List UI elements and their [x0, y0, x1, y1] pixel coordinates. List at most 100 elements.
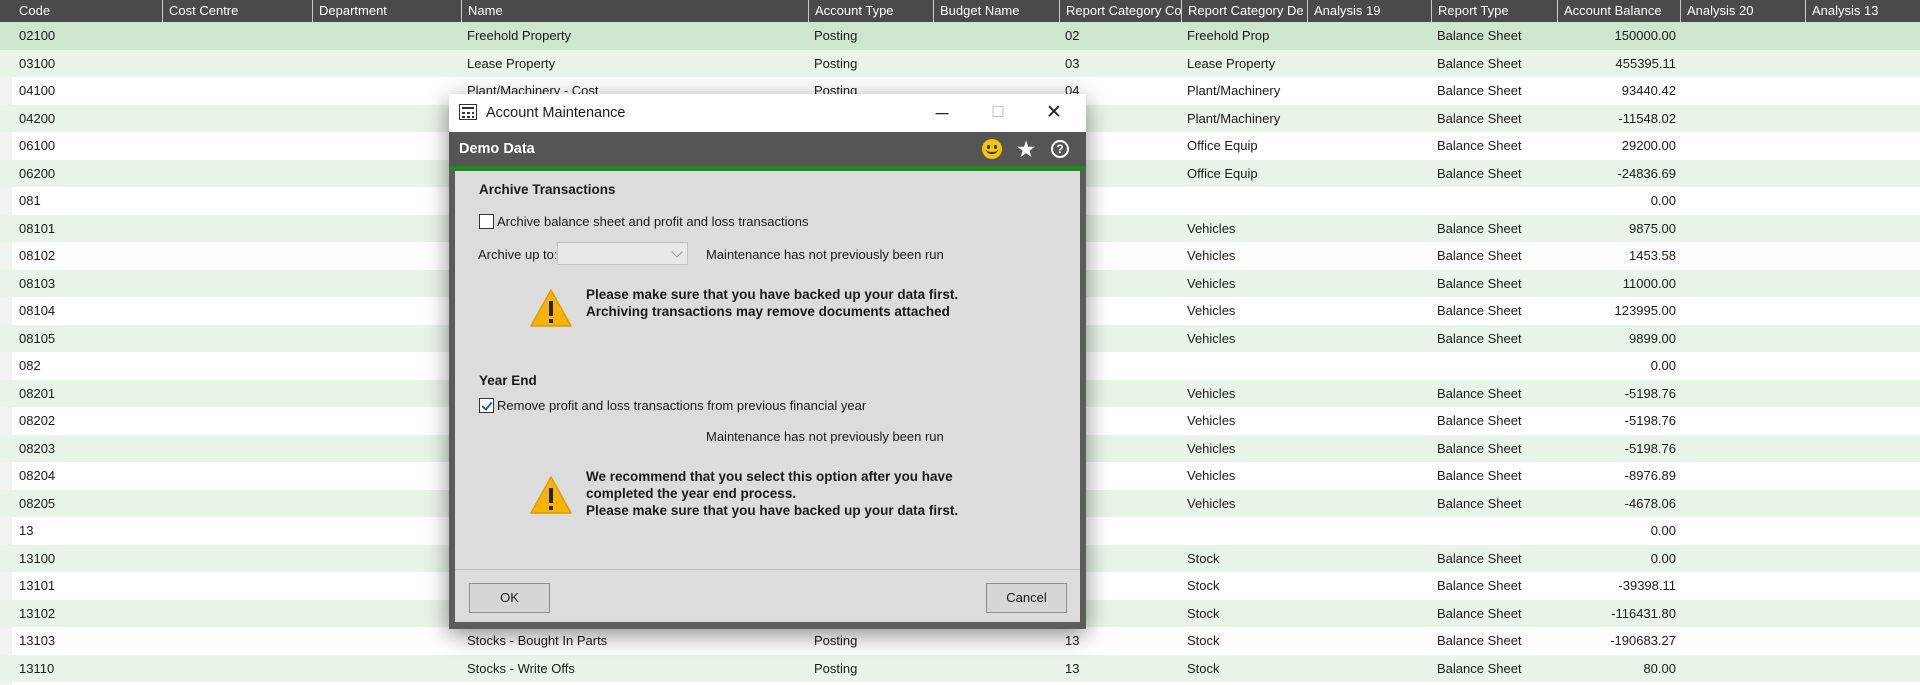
table-cell-rc: 02: [1065, 28, 1080, 43]
star-icon[interactable]: ★: [1015, 138, 1037, 161]
table-cell-bal: 11000.00: [1622, 275, 1676, 291]
year-end-warning-line1: We recommend that you select this option…: [586, 469, 953, 484]
table-cell-rt: [1431, 517, 1557, 545]
table-cell-rcd: Freehold Prop: [1187, 28, 1270, 43]
dialog-titlebar[interactable]: Account Maintenance ─ ☐ ✕: [449, 94, 1086, 132]
grid-header: Code Cost Centre Department Name Account Typ…: [0, 0, 1920, 23]
table-cell-code: 13100: [19, 550, 56, 566]
table-cell-rt: [1431, 352, 1557, 380]
table-cell-code: 13101: [19, 578, 56, 593]
table-cell-rcd: Vehicles: [1187, 220, 1236, 236]
ok-button[interactable]: OK: [469, 583, 550, 613]
year-end-warning-line2: completed the year end process.: [586, 486, 797, 501]
table-cell-code: 08203: [19, 440, 56, 456]
table-cell-bal: -5198.76: [1624, 413, 1676, 428]
column-header[interactable]: Report Category De: [1181, 0, 1307, 22]
dialog-title: Account Maintenance: [486, 105, 626, 121]
company-bar: Demo Data ★ ?: [449, 132, 1086, 171]
table-cell-rcd: Vehicles: [1187, 495, 1236, 511]
minimize-button[interactable]: ─: [914, 94, 970, 132]
table-row[interactable]: 13103 Stocks - Bought In Parts Posting 13 St…: [0, 627, 1920, 655]
table-cell-rcd: Vehicles: [1187, 468, 1236, 483]
table-cell-rcd: [1181, 517, 1307, 545]
table-cell-bal: -5198.76: [1624, 440, 1676, 456]
table-cell-rcd: Vehicles: [1187, 275, 1236, 291]
table-cell-bal: 455395.11: [1615, 55, 1677, 71]
account-maintenance-icon: [459, 104, 477, 120]
table-cell-name: Stocks - Write Offs: [467, 660, 575, 676]
table-cell-bal: 0.00: [1650, 193, 1676, 208]
column-header[interactable]: Budget Name: [933, 0, 1059, 22]
table-cell-rcd: [1181, 187, 1307, 215]
table-cell-code: 06200: [19, 165, 56, 181]
column-header[interactable]: Report Type: [1431, 0, 1557, 22]
archive-checkbox-label[interactable]: Archive balance sheet and profit and los…: [497, 214, 808, 229]
company-name: Demo Data: [459, 141, 535, 157]
table-cell-bal: 123995.00: [1614, 303, 1676, 318]
table-cell-name: Freehold Property: [467, 28, 572, 43]
archive-section-title: Archive Transactions: [479, 182, 616, 197]
column-header[interactable]: Analysis 20: [1680, 0, 1805, 22]
table-cell-rcd: Vehicles: [1187, 413, 1236, 428]
table-cell-bal: -39398.11: [1618, 578, 1676, 593]
table-cell-name: Lease Property: [467, 55, 556, 71]
smiley-icon[interactable]: [981, 138, 1003, 160]
table-cell-type: Posting: [814, 660, 858, 676]
table-cell-rt: Balance Sheet: [1437, 28, 1522, 43]
table-cell-code: 08205: [19, 495, 56, 511]
table-cell-rt: Balance Sheet: [1437, 248, 1522, 263]
table-cell-rt: Balance Sheet: [1437, 138, 1522, 153]
table-cell-bal: 80.00: [1643, 660, 1676, 676]
table-cell-code: 082: [19, 358, 41, 373]
year-end-checkbox[interactable]: [479, 398, 494, 413]
table-cell-rcd: Vehicles: [1187, 303, 1236, 318]
column-header[interactable]: Cost Centre: [162, 0, 312, 22]
table-cell-rt: Balance Sheet: [1437, 110, 1522, 126]
table-cell-code: 08105: [19, 330, 56, 346]
table-cell-rt: Balance Sheet: [1437, 660, 1522, 676]
archive-warning-line2: Archiving transactions may remove docume…: [586, 304, 950, 319]
maximize-button[interactable]: ☐: [970, 94, 1026, 132]
table-row[interactable]: 02100 Freehold Property Posting 02 Freehold …: [0, 22, 1920, 50]
column-header[interactable]: Account Balance: [1557, 0, 1680, 22]
table-cell-bal: 0.00: [1650, 523, 1676, 538]
warning-icon: [530, 476, 572, 514]
table-cell-rcd: Vehicles: [1187, 248, 1236, 263]
table-cell-rt: Balance Sheet: [1437, 468, 1522, 483]
cancel-button[interactable]: Cancel: [986, 583, 1067, 613]
table-cell-rt: Balance Sheet: [1437, 633, 1522, 648]
archive-up-to-combo[interactable]: [557, 242, 688, 265]
table-cell-rt: Balance Sheet: [1437, 220, 1522, 236]
help-icon[interactable]: ?: [1049, 138, 1071, 160]
year-end-checkbox-label[interactable]: Remove profit and loss transactions from…: [497, 398, 866, 413]
table-cell-bal: 0.00: [1650, 358, 1676, 373]
column-header[interactable]: Analysis 13: [1805, 0, 1920, 22]
table-cell-bal: -8976.89: [1624, 468, 1676, 483]
table-cell-rcd: Stock: [1187, 660, 1220, 676]
table-cell-code: 13: [19, 523, 34, 538]
archive-checkbox[interactable]: [479, 214, 494, 229]
column-header[interactable]: Name: [461, 0, 808, 22]
column-header[interactable]: Analysis 19: [1307, 0, 1431, 22]
table-cell-type: Posting: [814, 28, 858, 43]
table-row[interactable]: 03100 Lease Property Posting 03 Lease Proper…: [0, 49, 1920, 77]
table-cell-type: Posting: [814, 55, 858, 71]
column-header[interactable]: Report Category Co: [1059, 0, 1181, 22]
table-row[interactable]: 13110 Stocks - Write Offs Posting 13 Stock Ba…: [0, 654, 1920, 682]
chevron-down-icon: [671, 246, 683, 258]
column-header[interactable]: Code: [13, 0, 162, 22]
table-cell-bal: -4678.06: [1624, 495, 1676, 511]
column-header[interactable]: Account Type: [808, 0, 933, 22]
table-cell-rcd: Stock: [1187, 578, 1220, 593]
archive-up-to-label: Archive up to:: [478, 247, 558, 262]
table-cell-code: 04200: [19, 110, 56, 126]
table-cell-code: 13103: [19, 633, 56, 648]
column-header[interactable]: Department: [312, 0, 461, 22]
table-cell-bal: 150000.00: [1614, 28, 1676, 43]
year-end-warning-line3: Please make sure that you have backed up…: [586, 503, 959, 518]
table-cell-rt: Balance Sheet: [1437, 413, 1522, 428]
warning-icon: [530, 289, 572, 327]
table-cell-rt: [1431, 187, 1557, 215]
table-cell-rt: Balance Sheet: [1437, 330, 1522, 346]
close-button[interactable]: ✕: [1026, 94, 1082, 132]
